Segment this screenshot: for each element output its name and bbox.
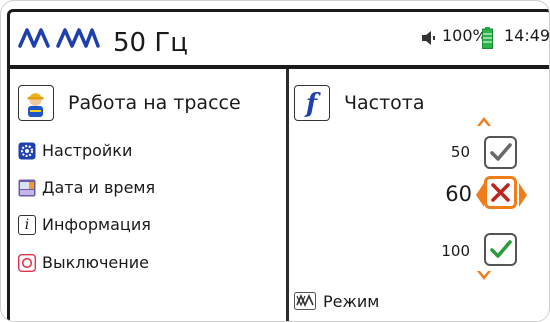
menu-item-label: Дата и время: [42, 178, 156, 197]
panel-title-frequency: Частота: [344, 92, 425, 114]
battery-icon: [482, 27, 493, 49]
clock-time: 14:49: [504, 26, 550, 45]
panel-title-work: Работа на трассе: [68, 92, 241, 114]
check-icon: [490, 240, 512, 258]
info-icon: i: [18, 215, 36, 235]
menu-item-information[interactable]: i Информация: [18, 214, 278, 236]
frequency-icon: f: [294, 85, 330, 121]
frequency-option-checkbox-selected[interactable]: [484, 176, 517, 209]
menu-item-settings[interactable]: Настройки: [18, 140, 278, 162]
menu-item-label: Информация: [42, 215, 151, 234]
menu-item-label: Выключение: [42, 253, 149, 272]
speaker-icon[interactable]: [420, 29, 438, 47]
chevron-right-icon[interactable]: [518, 180, 528, 210]
header-divider: [10, 65, 549, 69]
frequency-option-checkbox[interactable]: [484, 136, 517, 169]
waveform-icon: [18, 28, 100, 48]
frequency-option-value: 100: [441, 242, 470, 260]
calendar-icon: [18, 179, 36, 197]
worker-icon: [18, 85, 54, 121]
power-icon: [18, 254, 36, 272]
gear-icon: [18, 142, 36, 160]
chevron-down-icon[interactable]: [476, 270, 492, 281]
mode-button[interactable]: Режим: [294, 291, 494, 313]
check-icon: [490, 143, 512, 161]
frequency-option-value: 60: [445, 182, 472, 206]
device-frame: 50 Гц 100% 14:49 Работа на трассе Настро…: [0, 0, 550, 322]
menu-item-label: Настройки: [42, 141, 133, 160]
device-screen: 50 Гц 100% 14:49 Работа на трассе Настро…: [7, 9, 550, 321]
mode-icon: [294, 292, 316, 310]
chevron-up-icon[interactable]: [476, 116, 492, 127]
frequency-option-value: 50: [450, 143, 470, 161]
frequency-option-checkbox[interactable]: [484, 233, 517, 266]
mode-label: Режим: [323, 292, 380, 311]
battery-percent: 100%: [442, 26, 488, 45]
menu-item-shutdown[interactable]: Выключение: [18, 252, 278, 274]
menu-item-datetime[interactable]: Дата и время: [18, 177, 278, 199]
frequency-readout: 50 Гц: [113, 28, 188, 58]
cross-icon: [491, 183, 510, 202]
column-divider: [286, 69, 289, 321]
svg-text:f: f: [304, 89, 321, 119]
